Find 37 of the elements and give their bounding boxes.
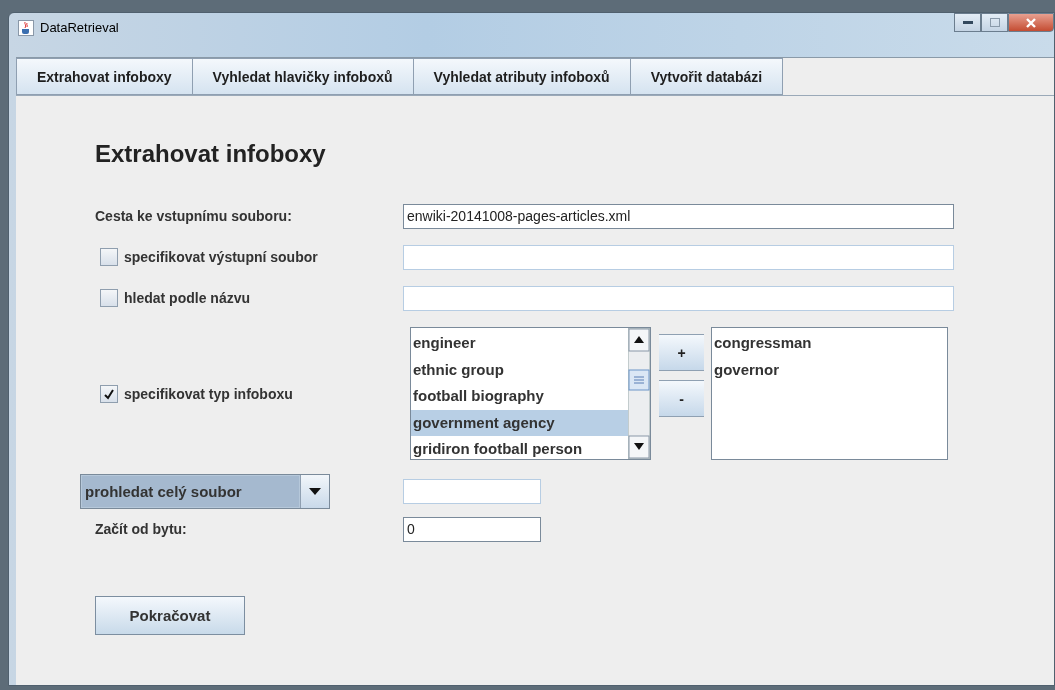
close-button[interactable] xyxy=(1008,13,1054,32)
input-field[interactable]: enwiki-20141008-pages-articles.xml xyxy=(403,203,954,229)
caret-icon xyxy=(309,488,321,495)
maximize-icon xyxy=(989,18,1000,27)
list-item[interactable]: football biography xyxy=(411,383,628,410)
add-button[interactable]: + xyxy=(659,334,704,371)
checkbox[interactable]: specifikovat výstupní soubor xyxy=(100,248,318,266)
page-heading: Extrahovat infoboxy xyxy=(95,140,327,168)
minimize-button[interactable] xyxy=(954,13,981,32)
tab[interactable]: Extrahovat infoboxy xyxy=(16,58,193,95)
list-item[interactable]: gridiron football person xyxy=(411,436,628,459)
list-item[interactable]: ethnic group xyxy=(411,356,628,383)
checkbox[interactable]: specifikovat typ infoboxu xyxy=(100,384,293,403)
maximize-button[interactable] xyxy=(981,13,1008,32)
list-item[interactable]: governor xyxy=(712,356,947,383)
close-icon xyxy=(1025,17,1037,28)
scrollbar[interactable] xyxy=(628,328,650,459)
checkbox[interactable]: hledat podle názvu xyxy=(100,289,250,307)
mode-dropdown[interactable]: prohledat celý soubor xyxy=(80,474,330,509)
checkmark-icon xyxy=(103,387,115,400)
input-field[interactable] xyxy=(403,285,954,311)
field-label: Začít od bytu: xyxy=(95,521,187,537)
tab[interactable]: Vytvořit databázi xyxy=(630,58,784,95)
list-item[interactable]: engineer xyxy=(411,330,628,357)
input-field[interactable]: 0 xyxy=(403,516,541,542)
input-field[interactable] xyxy=(403,244,954,270)
list-item[interactable]: congressman xyxy=(712,330,947,357)
minimize-icon xyxy=(962,20,973,25)
tab[interactable]: Vyhledat hlavičky infoboxů xyxy=(192,58,414,95)
continue-button[interactable]: Pokračovat xyxy=(95,596,245,635)
window-title: DataRetrieval xyxy=(40,20,119,35)
input-field[interactable] xyxy=(403,479,541,504)
field-label: Cesta ke vstupnímu souboru: xyxy=(95,208,292,224)
java-cup-icon xyxy=(18,19,34,36)
tab[interactable]: Vyhledat atributy infoboxů xyxy=(413,58,631,95)
remove-button[interactable]: - xyxy=(659,380,704,417)
list-item[interactable]: government agency xyxy=(411,409,628,436)
